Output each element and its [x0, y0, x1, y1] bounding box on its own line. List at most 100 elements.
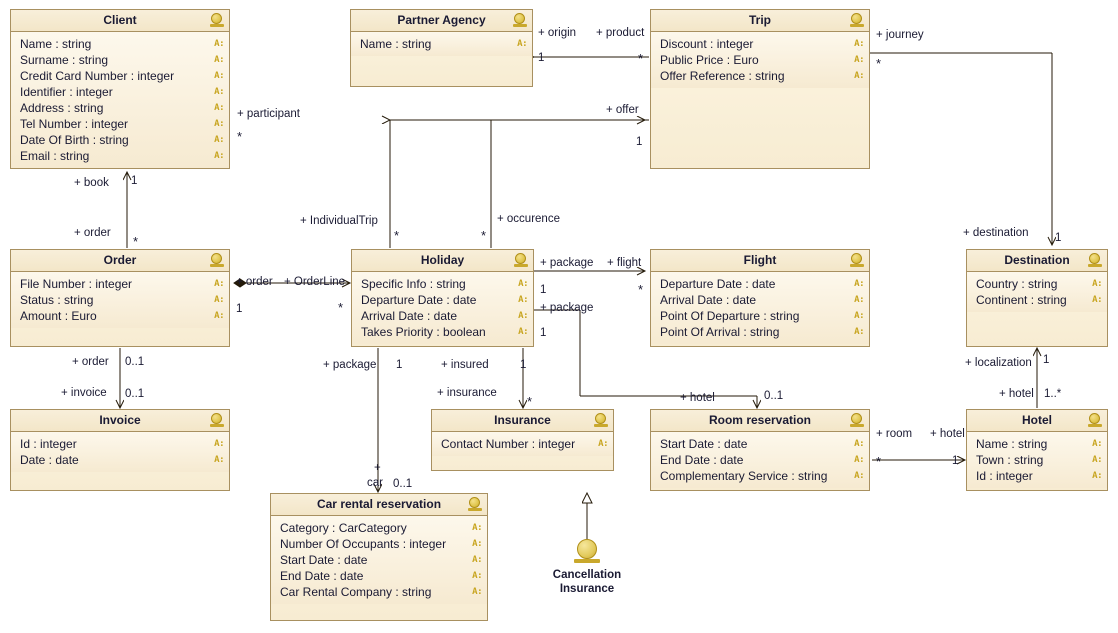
- class-box-trip[interactable]: Trip Discount : integer A: Public Price :…: [650, 9, 870, 169]
- edge-mult-hotel-dest: 1..*: [1044, 388, 1062, 400]
- attribute-text: Takes Priority : boolean: [361, 325, 486, 339]
- class-icon: [594, 413, 608, 428]
- attribute-text: End Date : date: [660, 453, 744, 467]
- attribute-text: Car Rental Company : string: [280, 585, 432, 599]
- edge-mult-book: 1: [131, 175, 138, 187]
- edge-mult-origin: 1: [538, 52, 545, 64]
- class-body-destination: Country : string A: Continent : string A:: [967, 272, 1107, 312]
- edge-label-order-line-b: + OrderLine: [284, 276, 346, 288]
- attribute-row: Number Of Occupants : integer A:: [271, 536, 487, 552]
- attribute-icon: A:: [1092, 439, 1102, 449]
- edge-label-invoice: + invoice: [61, 387, 107, 399]
- attribute-icon: A:: [214, 39, 224, 49]
- attribute-icon: A:: [472, 571, 482, 581]
- class-box-car-rental-reservation[interactable]: Car rental reservation Category : CarCat…: [270, 493, 488, 621]
- class-header-car-rental-reservation: Car rental reservation: [271, 494, 487, 516]
- class-box-insurance[interactable]: Insurance Contact Number : integer A:: [431, 409, 614, 471]
- edge-mult-insurance: *: [527, 394, 533, 409]
- edge-mult-invoice: 0..1: [125, 388, 145, 400]
- edge-label-car: car: [367, 477, 383, 489]
- attribute-text: File Number : integer: [20, 277, 133, 291]
- edge-mult-occurence: *: [481, 228, 487, 243]
- attribute-icon: A:: [214, 103, 224, 113]
- class-box-destination[interactable]: Destination Country : string A: Continent…: [966, 249, 1108, 347]
- attribute-text: Address : string: [20, 101, 104, 115]
- edge-mult-order-invoice: 0..1: [125, 356, 145, 368]
- edge-mult-flight: *: [638, 282, 644, 297]
- attribute-icon: A:: [854, 39, 864, 49]
- attribute-text: Status : string: [20, 293, 94, 307]
- class-title-holiday: Holiday: [420, 253, 465, 267]
- class-icon: [210, 253, 224, 268]
- edge-label-destination: + destination: [963, 227, 1029, 239]
- attribute-row: Email : string A:: [11, 148, 229, 164]
- attribute-icon: A:: [472, 555, 482, 565]
- attribute-row: Town : string A:: [967, 452, 1107, 468]
- class-body-insurance: Contact Number : integer A:: [432, 432, 613, 456]
- class-box-room-reservation[interactable]: Room reservation Start Date : date A: End…: [650, 409, 870, 491]
- attribute-icon: A:: [517, 39, 527, 49]
- attribute-icon: A:: [1092, 279, 1102, 289]
- class-icon: [850, 253, 864, 268]
- attribute-text: Credit Card Number : integer: [20, 69, 175, 83]
- attribute-text: Surname : string: [20, 53, 109, 67]
- attribute-row: Arrival Date : date A:: [651, 292, 869, 308]
- class-icon: [1088, 253, 1102, 268]
- attribute-text: Start Date : date: [280, 553, 368, 567]
- attribute-row: Id : integer A:: [967, 468, 1107, 484]
- class-body-partner-agency: Name : string A:: [351, 32, 532, 56]
- attribute-row: File Number : integer A:: [11, 276, 229, 292]
- class-box-partner-agency[interactable]: Partner Agency Name : string A:: [350, 9, 533, 87]
- class-body-hotel: Name : string A: Town : string A: Id : int…: [967, 432, 1107, 488]
- edge-label-individualtrip: + IndividualTrip: [300, 215, 378, 227]
- attribute-row: Contact Number : integer A:: [432, 436, 613, 452]
- attribute-icon: A:: [854, 55, 864, 65]
- attribute-row: Discount : integer A:: [651, 36, 869, 52]
- attribute-row: Offer Reference : string A:: [651, 68, 869, 84]
- class-box-invoice[interactable]: Invoice Id : integer A: Date : date A:: [10, 409, 230, 491]
- attribute-row: Arrival Date : date A:: [352, 308, 533, 324]
- edge-mult-product: *: [638, 51, 644, 66]
- attribute-text: Departure Date : date: [660, 277, 776, 291]
- edge-label-book: + book: [74, 177, 109, 189]
- attribute-text: End Date : date: [280, 569, 364, 583]
- attribute-icon: A:: [472, 587, 482, 597]
- attribute-text: Email : string: [20, 149, 90, 163]
- attribute-text: Tel Number : integer: [20, 117, 129, 131]
- cancellation-insurance-label: Cancellation Insurance: [507, 568, 667, 596]
- edge-label-order-line-a: + order: [236, 276, 273, 288]
- edge-mult-hotel-rr: 1: [952, 455, 959, 467]
- attribute-icon: A:: [472, 523, 482, 533]
- attribute-text: Date Of Birth : string: [20, 133, 129, 147]
- class-header-trip: Trip: [651, 10, 869, 32]
- class-box-holiday[interactable]: Holiday Specific Info : string A: Departu…: [351, 249, 534, 347]
- attribute-icon: A:: [854, 327, 864, 337]
- edge-label-offer: + offer: [606, 104, 639, 116]
- class-body-invoice: Id : integer A: Date : date A:: [11, 432, 229, 472]
- class-header-hotel: Hotel: [967, 410, 1107, 432]
- edge-label-product: + product: [596, 27, 645, 39]
- attribute-icon: A:: [214, 311, 224, 321]
- attribute-icon: A:: [214, 71, 224, 81]
- class-body-room-reservation: Start Date : date A: End Date : date A: Co…: [651, 432, 869, 488]
- edge-mult-participant: *: [237, 129, 243, 144]
- attribute-row: Status : string A:: [11, 292, 229, 308]
- attribute-icon: A:: [214, 455, 224, 465]
- class-box-hotel[interactable]: Hotel Name : string A: Town : string A: Id…: [966, 409, 1108, 491]
- attribute-icon: A:: [854, 471, 864, 481]
- attribute-icon: A:: [1092, 295, 1102, 305]
- attribute-text: Number Of Occupants : integer: [280, 537, 447, 551]
- attribute-row: Tel Number : integer A:: [11, 116, 229, 132]
- edge-mult-destination: 1: [1055, 232, 1062, 244]
- class-box-flight[interactable]: Flight Departure Date : date A: Arrival D…: [650, 249, 870, 347]
- class-box-client[interactable]: Client Name : string A: Surname : string A…: [10, 9, 230, 169]
- class-title-hotel: Hotel: [1022, 413, 1052, 427]
- attribute-icon: A:: [214, 135, 224, 145]
- attribute-row: Continent : string A:: [967, 292, 1107, 308]
- class-title-room-reservation: Room reservation: [708, 413, 812, 427]
- class-box-order[interactable]: Order File Number : integer A: Status : s…: [10, 249, 230, 347]
- edge-mult-room: *: [876, 454, 882, 469]
- attribute-row: Credit Card Number : integer A:: [11, 68, 229, 84]
- attribute-row: End Date : date A:: [271, 568, 487, 584]
- cancellation-insurance-icon[interactable]: [574, 539, 600, 565]
